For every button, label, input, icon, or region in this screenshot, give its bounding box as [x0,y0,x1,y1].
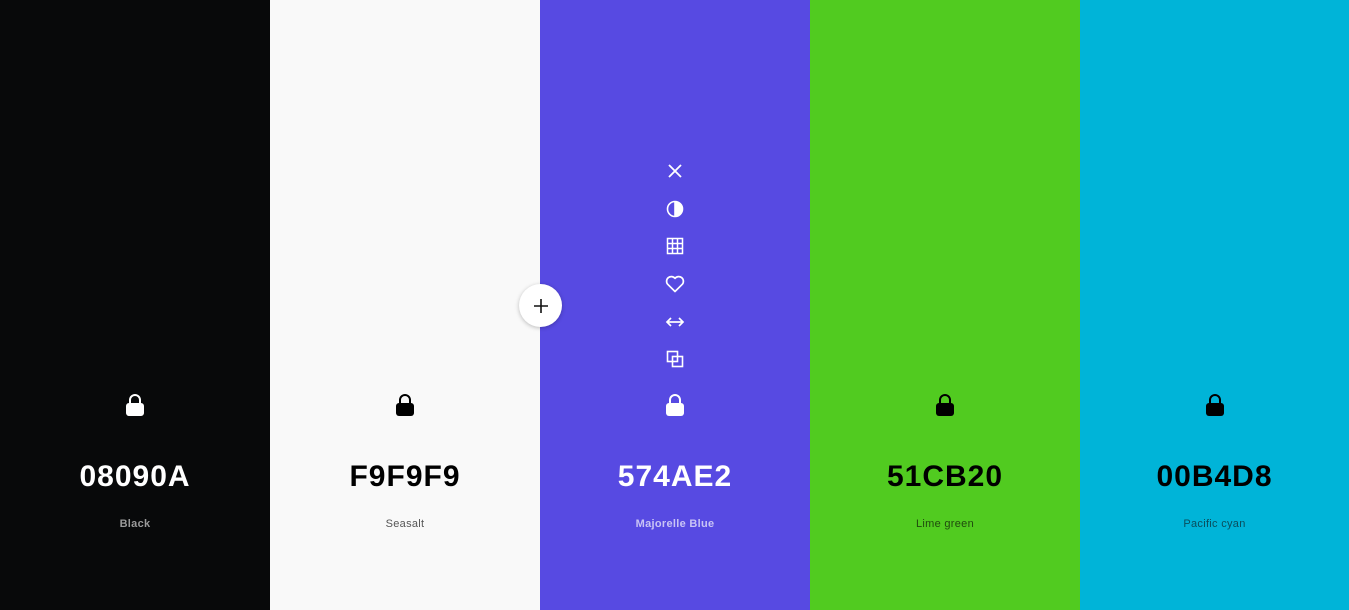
hex-code[interactable]: 51CB20 [810,460,1080,494]
hex-code[interactable]: 574AE2 [540,460,810,494]
color-name: Black [119,518,151,530]
color-name: Lime green [915,518,975,530]
color-column-lime-green[interactable]: 51CB20 Lime green [810,0,1080,610]
add-color-button[interactable] [519,284,562,327]
lock-icon[interactable] [664,393,686,417]
hex-code[interactable]: 00B4D8 [1080,460,1349,494]
shades-grid-icon[interactable] [664,235,686,257]
drag-arrows-icon[interactable] [664,311,686,333]
color-column-pacific-cyan[interactable]: 00B4D8 Pacific cyan [1080,0,1349,610]
color-tools [540,160,810,386]
contrast-icon[interactable] [664,198,686,220]
lock-icon[interactable] [394,393,416,417]
palette: 08090A Black F9F9F9 Seasalt 574AE2 Major… [0,0,1349,610]
close-icon[interactable] [664,160,686,182]
color-column-black[interactable]: 08090A Black [0,0,270,610]
color-column-majorelle-blue[interactable]: 574AE2 Majorelle Blue [540,0,810,610]
lock-icon[interactable] [124,393,146,417]
lock-icon[interactable] [934,393,956,417]
lock-icon[interactable] [1204,393,1226,417]
color-name: Seasalt [385,518,425,530]
color-name: Majorelle Blue [635,518,715,530]
hex-code[interactable]: F9F9F9 [270,460,540,494]
heart-icon[interactable] [664,273,686,295]
color-name: Pacific cyan [1183,518,1246,530]
plus-icon [533,298,548,313]
copy-icon[interactable] [664,348,686,370]
hex-code[interactable]: 08090A [0,460,270,494]
color-column-seasalt[interactable]: F9F9F9 Seasalt [270,0,540,610]
